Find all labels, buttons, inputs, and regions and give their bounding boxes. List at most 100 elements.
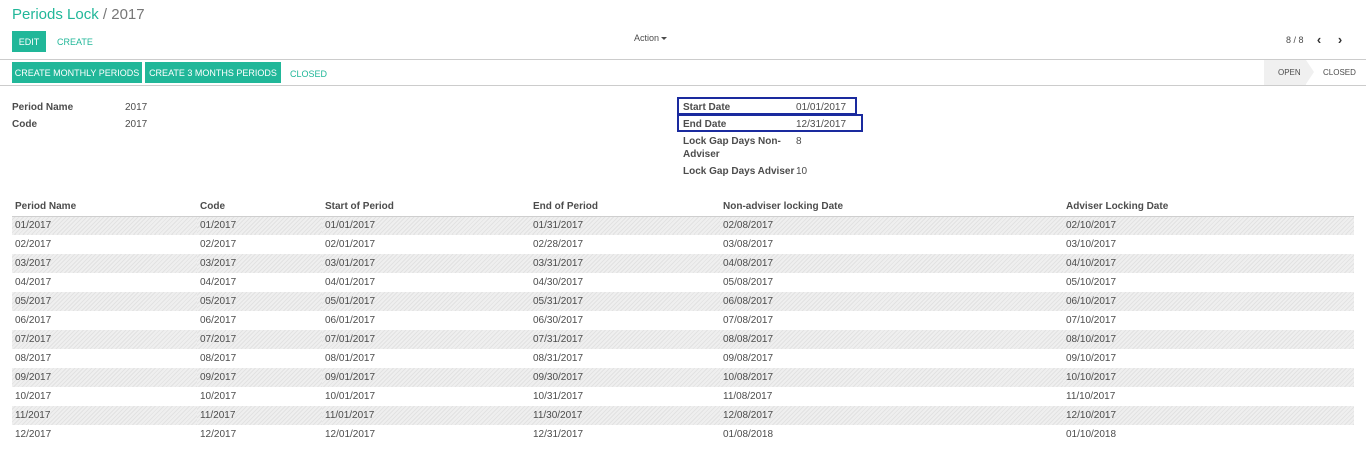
cell-adviser-locking-date: 01/10/2018 xyxy=(1063,425,1354,444)
column-header-period-name[interactable]: Period Name xyxy=(12,197,197,217)
cell-code: 02/2017 xyxy=(197,235,322,254)
code-value: 2017 xyxy=(125,119,148,130)
end-date-highlight-box xyxy=(677,114,863,132)
cell-end-of-period: 11/30/2017 xyxy=(530,406,720,425)
cell-code: 03/2017 xyxy=(197,254,322,273)
cell-non-adviser-locking-date: 07/08/2017 xyxy=(720,311,1063,330)
cell-period-name: 03/2017 xyxy=(12,254,197,273)
cell-adviser-locking-date: 02/10/2017 xyxy=(1063,216,1354,235)
cell-end-of-period: 04/30/2017 xyxy=(530,273,720,292)
cell-adviser-locking-date: 04/10/2017 xyxy=(1063,254,1354,273)
cell-code: 12/2017 xyxy=(197,425,322,444)
column-header-start-of-period[interactable]: Start of Period xyxy=(322,197,530,217)
lock-gap-non-adviser-label-line2: Adviser xyxy=(683,149,720,160)
cell-adviser-locking-date: 11/10/2017 xyxy=(1063,387,1354,406)
cell-adviser-locking-date: 07/10/2017 xyxy=(1063,311,1354,330)
column-header-code[interactable]: Code xyxy=(197,197,322,217)
table-row[interactable]: 03/2017 03/2017 03/01/2017 03/31/2017 04/08/… xyxy=(12,254,1354,273)
period-name-label: Period Name xyxy=(12,102,74,113)
cell-non-adviser-locking-date: 02/08/2017 xyxy=(720,216,1063,235)
period-name-value: 2017 xyxy=(125,102,148,113)
cell-end-of-period: 05/31/2017 xyxy=(530,292,720,311)
cell-non-adviser-locking-date: 11/08/2017 xyxy=(720,387,1063,406)
cell-period-name: 05/2017 xyxy=(12,292,197,311)
cell-code: 08/2017 xyxy=(197,349,322,368)
stage-open[interactable]: OPEN xyxy=(1264,60,1306,85)
table-row[interactable]: 06/2017 06/2017 06/01/2017 06/30/2017 07/08/… xyxy=(12,311,1354,330)
create-button[interactable]: CREATE xyxy=(57,36,93,48)
cell-period-name: 04/2017 xyxy=(12,273,197,292)
cell-start-of-period: 09/01/2017 xyxy=(322,368,530,387)
cell-non-adviser-locking-date: 03/08/2017 xyxy=(720,235,1063,254)
cell-code: 11/2017 xyxy=(197,406,322,425)
cell-end-of-period: 08/31/2017 xyxy=(530,349,720,368)
cell-end-of-period: 09/30/2017 xyxy=(530,368,720,387)
column-header-end-of-period[interactable]: End of Period xyxy=(530,197,720,217)
cell-end-of-period: 03/31/2017 xyxy=(530,254,720,273)
cell-non-adviser-locking-date: 12/08/2017 xyxy=(720,406,1063,425)
table-row[interactable]: 01/2017 01/2017 01/01/2017 01/31/2017 02/08/… xyxy=(12,216,1354,235)
cell-adviser-locking-date: 12/10/2017 xyxy=(1063,406,1354,425)
statusbar: CREATE MONTHLY PERIODS CREATE 3 MONTHS P… xyxy=(0,60,1366,86)
cell-adviser-locking-date: 08/10/2017 xyxy=(1063,330,1354,349)
table-row[interactable]: 12/2017 12/2017 12/01/2017 12/31/2017 01/08/… xyxy=(12,425,1354,444)
cell-end-of-period: 10/31/2017 xyxy=(530,387,720,406)
caret-down-icon xyxy=(661,37,668,41)
table-row[interactable]: 02/2017 02/2017 02/01/2017 02/28/2017 03/08/… xyxy=(12,235,1354,254)
cell-non-adviser-locking-date: 05/08/2017 xyxy=(720,273,1063,292)
create-3-months-periods-button[interactable]: CREATE 3 MONTHS PERIODS xyxy=(145,62,281,83)
cell-start-of-period: 01/01/2017 xyxy=(322,216,530,235)
table-row[interactable]: 09/2017 09/2017 09/01/2017 09/30/2017 10/08/… xyxy=(12,368,1354,387)
cell-period-name: 08/2017 xyxy=(12,349,197,368)
closed-button[interactable]: CLOSED xyxy=(290,68,327,80)
action-dropdown[interactable]: Action xyxy=(634,33,668,43)
breadcrumb: Periods Lock / 2017 xyxy=(12,6,145,24)
stage-arrow xyxy=(1306,60,1314,84)
chevron-right-icon[interactable]: › xyxy=(1334,33,1346,47)
cell-start-of-period: 12/01/2017 xyxy=(322,425,530,444)
stage-closed[interactable]: CLOSED xyxy=(1317,60,1363,85)
breadcrumb-parent-link[interactable]: Periods Lock xyxy=(12,6,99,23)
column-header-adviser-locking-date[interactable]: Adviser Locking Date xyxy=(1063,197,1354,217)
action-label: Action xyxy=(634,33,660,43)
cell-code: 01/2017 xyxy=(197,216,322,235)
cell-period-name: 12/2017 xyxy=(12,425,197,444)
edit-button[interactable]: EDIT xyxy=(12,31,46,52)
cell-code: 05/2017 xyxy=(197,292,322,311)
cell-start-of-period: 04/01/2017 xyxy=(322,273,530,292)
cell-period-name: 07/2017 xyxy=(12,330,197,349)
cell-adviser-locking-date: 05/10/2017 xyxy=(1063,273,1354,292)
cell-start-of-period: 06/01/2017 xyxy=(322,311,530,330)
cell-end-of-period: 12/31/2017 xyxy=(530,425,720,444)
cell-adviser-locking-date: 06/10/2017 xyxy=(1063,292,1354,311)
cell-start-of-period: 02/01/2017 xyxy=(322,235,530,254)
table-row[interactable]: 05/2017 05/2017 05/01/2017 05/31/2017 06/08/… xyxy=(12,292,1354,311)
cell-code: 04/2017 xyxy=(197,273,322,292)
periods-table: Period Name Code Start of Period End of … xyxy=(12,197,1354,444)
table-row[interactable]: 11/2017 11/2017 11/01/2017 11/30/2017 12/08/… xyxy=(12,406,1354,425)
lock-gap-non-adviser-label-line1: Lock Gap Days Non- xyxy=(683,136,781,147)
cell-adviser-locking-date: 03/10/2017 xyxy=(1063,235,1354,254)
cell-non-adviser-locking-date: 10/08/2017 xyxy=(720,368,1063,387)
chevron-left-icon[interactable]: ‹ xyxy=(1313,33,1325,47)
table-row[interactable]: 08/2017 08/2017 08/01/2017 08/31/2017 09/08/… xyxy=(12,349,1354,368)
create-monthly-periods-button[interactable]: CREATE MONTHLY PERIODS xyxy=(12,62,142,83)
table-row[interactable]: 10/2017 10/2017 10/01/2017 10/31/2017 11/08/… xyxy=(12,387,1354,406)
cell-start-of-period: 07/01/2017 xyxy=(322,330,530,349)
breadcrumb-current: 2017 xyxy=(111,6,145,23)
lock-gap-non-adviser-value: 8 xyxy=(796,136,802,147)
cell-code: 06/2017 xyxy=(197,311,322,330)
table-row[interactable]: 07/2017 07/2017 07/01/2017 07/31/2017 08/08/… xyxy=(12,330,1354,349)
table-row[interactable]: 04/2017 04/2017 04/01/2017 04/30/2017 05/08/… xyxy=(12,273,1354,292)
table-header-row: Period Name Code Start of Period End of … xyxy=(12,197,1354,217)
code-label: Code xyxy=(12,119,37,130)
cell-end-of-period: 06/30/2017 xyxy=(530,311,720,330)
cell-non-adviser-locking-date: 04/08/2017 xyxy=(720,254,1063,273)
cell-code: 10/2017 xyxy=(197,387,322,406)
cell-non-adviser-locking-date: 01/08/2018 xyxy=(720,425,1063,444)
cell-non-adviser-locking-date: 09/08/2017 xyxy=(720,349,1063,368)
column-header-non-adviser-locking-date[interactable]: Non-adviser locking Date xyxy=(720,197,1063,217)
cell-start-of-period: 10/01/2017 xyxy=(322,387,530,406)
cell-code: 07/2017 xyxy=(197,330,322,349)
cell-period-name: 01/2017 xyxy=(12,216,197,235)
